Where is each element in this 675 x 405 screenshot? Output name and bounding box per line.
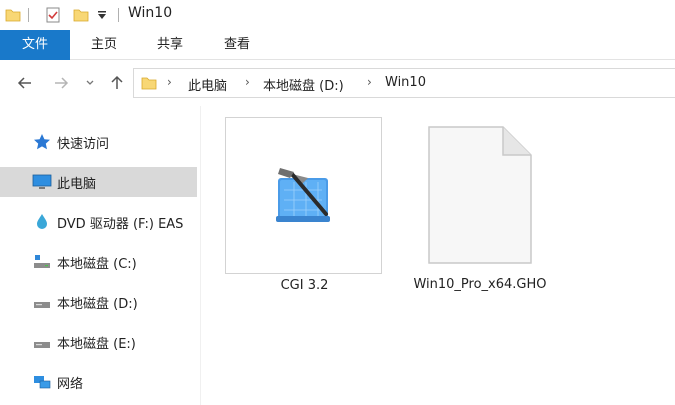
folder-icon	[141, 77, 157, 90]
sidebar-item-label: 此电脑	[57, 176, 97, 192]
computer-icon	[32, 174, 52, 189]
sidebar-item-drive-c[interactable]: 本地磁盘 (C:)	[0, 247, 197, 277]
sidebar-item-this-pc[interactable]: 此电脑	[0, 167, 197, 197]
chevron-down-icon	[86, 80, 94, 85]
chevron-right-icon[interactable]: ›	[245, 75, 250, 89]
sidebar-item-dvd-drive[interactable]: DVD 驱动器 (F:) EAS	[0, 207, 197, 237]
arrow-right-icon	[55, 77, 69, 89]
pane-divider[interactable]	[200, 106, 201, 405]
sidebar-item-label: 本地磁盘 (E:)	[57, 336, 136, 352]
breadcrumb-win10[interactable]: Win10	[385, 75, 426, 90]
sidebar-item-drive-e[interactable]: 本地磁盘 (E:)	[0, 327, 197, 357]
navigation-pane: 快速访问 此电脑 DVD 驱动器 (F:) EAS 本地磁盘 (C:) 本地磁盘…	[0, 106, 197, 405]
file-name: Win10_Pro_x64.GHO	[413, 277, 547, 292]
ribbon-tabs: 文件 主页 共享 查看	[0, 30, 675, 60]
tab-file[interactable]: 文件	[0, 30, 70, 60]
sidebar-item-label: DVD 驱动器 (F:) EAS	[57, 216, 184, 232]
window-title: Win10	[128, 5, 173, 21]
sidebar-item-label: 本地磁盘 (D:)	[57, 296, 138, 312]
title-bar: Win10	[0, 0, 675, 30]
properties-icon[interactable]	[44, 6, 62, 24]
breadcrumb-this-pc[interactable]: 此电脑	[188, 75, 227, 94]
folder-icon[interactable]	[4, 6, 22, 24]
system-drive-icon	[34, 255, 50, 268]
sidebar-item-network[interactable]: 网络	[0, 367, 197, 397]
new-folder-icon[interactable]	[72, 6, 90, 24]
blank-file-icon	[428, 126, 532, 264]
breadcrumb-drive-d[interactable]: 本地磁盘 (D:)	[263, 75, 344, 94]
forward-button[interactable]	[50, 72, 72, 94]
file-item-cgi[interactable]: CGI 3.2	[225, 117, 382, 293]
customize-toolbar-icon[interactable]	[96, 9, 108, 21]
address-bar[interactable]: › 此电脑 › 本地磁盘 (D:) › Win10	[133, 68, 675, 98]
sidebar-item-label: 本地磁盘 (C:)	[57, 256, 137, 272]
network-icon	[34, 376, 51, 389]
recent-locations-button[interactable]	[82, 72, 98, 94]
separator	[118, 8, 119, 22]
arrow-up-icon	[111, 75, 123, 89]
file-name: CGI 3.2	[280, 278, 329, 293]
sidebar-item-drive-d[interactable]: 本地磁盘 (D:)	[0, 287, 197, 317]
up-button[interactable]	[106, 72, 128, 94]
separator	[28, 8, 29, 22]
chevron-right-icon[interactable]: ›	[367, 75, 372, 89]
sidebar-item-label: 快速访问	[57, 136, 110, 152]
drive-icon	[34, 342, 50, 348]
tab-home[interactable]: 主页	[77, 30, 131, 60]
star-icon	[34, 134, 50, 150]
dvd-icon	[37, 214, 47, 229]
navigation-bar: › 此电脑 › 本地磁盘 (D:) › Win10	[0, 60, 675, 106]
tab-share[interactable]: 共享	[141, 30, 199, 60]
sidebar-item-quick-access[interactable]: 快速访问	[0, 127, 197, 157]
chevron-right-icon[interactable]: ›	[167, 75, 172, 89]
back-button[interactable]	[14, 72, 36, 94]
app-tools-icon	[276, 168, 330, 222]
file-item-gho[interactable]: Win10_Pro_x64.GHO	[405, 117, 555, 297]
sidebar-item-label: 网络	[57, 376, 84, 392]
drive-icon	[34, 302, 50, 308]
tab-view[interactable]: 查看	[209, 30, 265, 60]
arrow-left-icon	[17, 77, 31, 89]
